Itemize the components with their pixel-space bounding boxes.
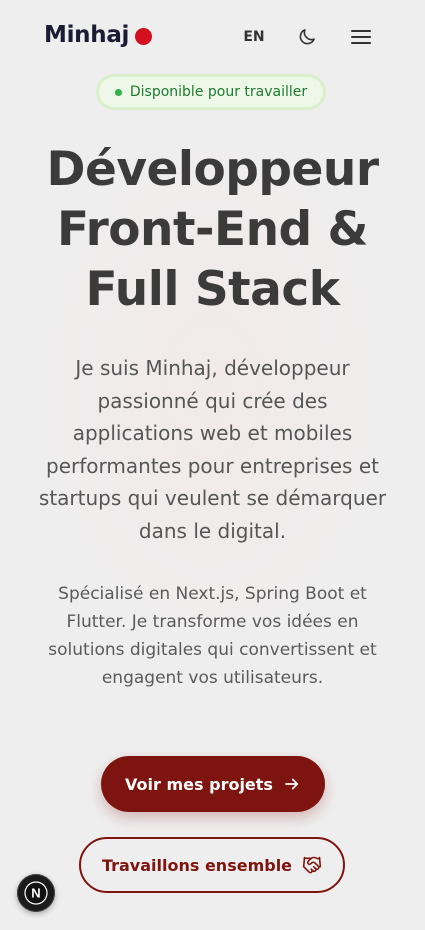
nextjs-icon: N	[24, 881, 48, 905]
nextjs-letter: N	[31, 886, 40, 901]
logo[interactable]: Minhaj	[44, 22, 153, 48]
hamburger-menu-icon	[350, 28, 372, 46]
work-together-label: Travaillons ensemble	[101, 855, 293, 875]
hero-title-line: Développeur	[46, 142, 379, 197]
handshake-icon	[302, 855, 322, 875]
page: Minhaj EN Disponible pour travailler Dév…	[0, 0, 425, 930]
theme-toggle-button[interactable]	[294, 24, 320, 50]
intro-line: passionné qui crée des	[97, 388, 328, 413]
specialty-line: Flutter. Je transforme vos idées en	[66, 612, 359, 632]
hero-title-line: Front-End &	[56, 202, 369, 257]
hero-intro: Je suis Minhaj, développeur passionné qu…	[30, 352, 395, 547]
arrow-right-icon	[283, 775, 301, 793]
intro-line: startups qui veulent se démarquer	[38, 486, 387, 510]
status-dot	[114, 88, 122, 96]
nextjs-dev-badge[interactable]: N	[17, 874, 55, 912]
intro-line: performantes pour entreprises et	[46, 453, 379, 478]
site-header: Minhaj EN	[0, 0, 425, 74]
logo-dot	[135, 27, 153, 45]
specialty-line: Spécialisé en Next.js, Spring Boot et	[58, 584, 367, 604]
moon-icon	[297, 27, 317, 47]
intro-line: Je suis Minhaj, développeur	[75, 356, 350, 380]
hero-title: Développeur Front-End & Full Stack	[20, 140, 405, 320]
intro-line: applications web et mobiles	[72, 421, 353, 445]
availability-badge: Disponible pour travailler	[99, 77, 323, 107]
hero-specialty: Spécialisé en Next.js, Spring Boot et Fl…	[30, 580, 395, 692]
language-toggle-button[interactable]: EN	[238, 26, 270, 48]
menu-button[interactable]	[348, 24, 374, 50]
availability-text: Disponible pour travailler	[129, 84, 308, 100]
logo-text: Minhaj	[44, 22, 130, 48]
view-projects-label: Voir mes projets	[125, 774, 273, 794]
view-projects-button[interactable]: Voir mes projets	[101, 756, 325, 812]
work-together-button[interactable]: Travaillons ensemble	[79, 837, 345, 893]
specialty-line: solutions digitales qui convertissent et	[48, 640, 377, 660]
hero-title-line: Full Stack	[85, 262, 340, 317]
specialty-line: engagent vos utilisateurs.	[101, 668, 324, 688]
intro-line: dans le digital.	[138, 518, 287, 543]
